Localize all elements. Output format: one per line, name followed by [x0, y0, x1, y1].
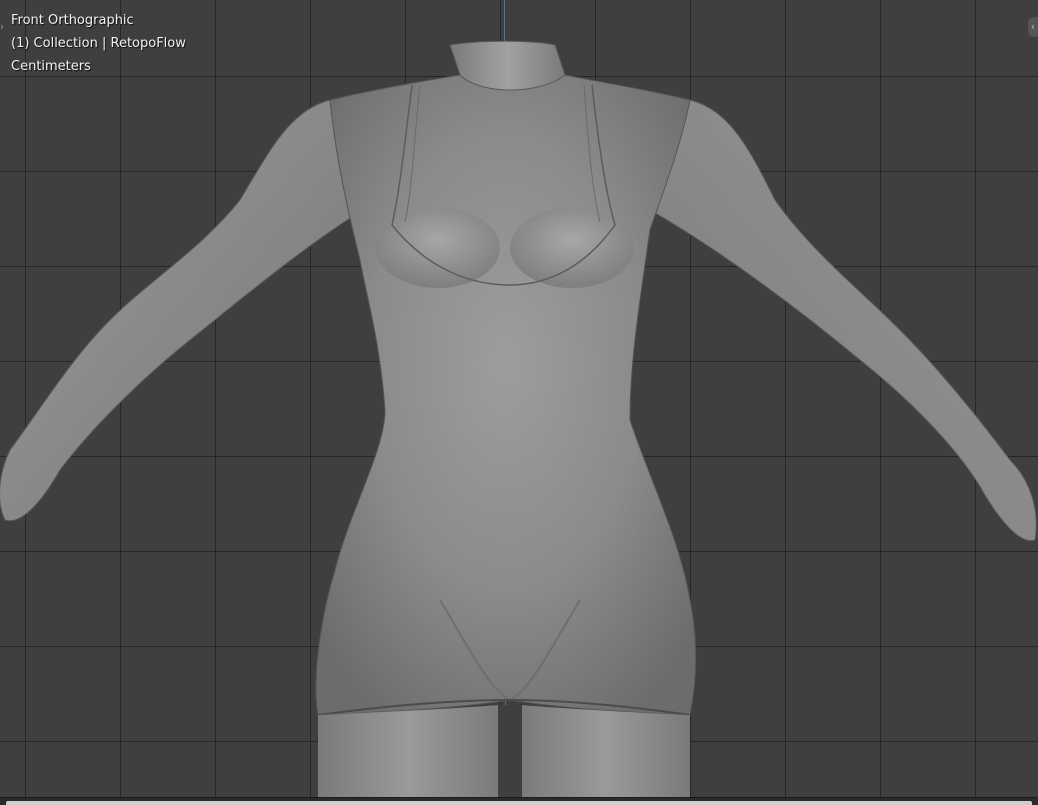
- chevron-left-icon[interactable]: ‹: [1028, 17, 1038, 37]
- view-name-label: Front Orthographic: [11, 13, 134, 28]
- units-label: Centimeters: [11, 59, 91, 74]
- sculpt-model: [0, 40, 1037, 797]
- chevron-right-icon[interactable]: ›: [0, 21, 6, 35]
- bottom-bar: [0, 797, 1038, 805]
- bottom-bar-strip: [6, 801, 1032, 805]
- 3d-viewport[interactable]: Front Orthographic (1) Collection | Reto…: [0, 0, 1038, 805]
- collection-label: (1) Collection | RetopoFlow: [11, 36, 186, 51]
